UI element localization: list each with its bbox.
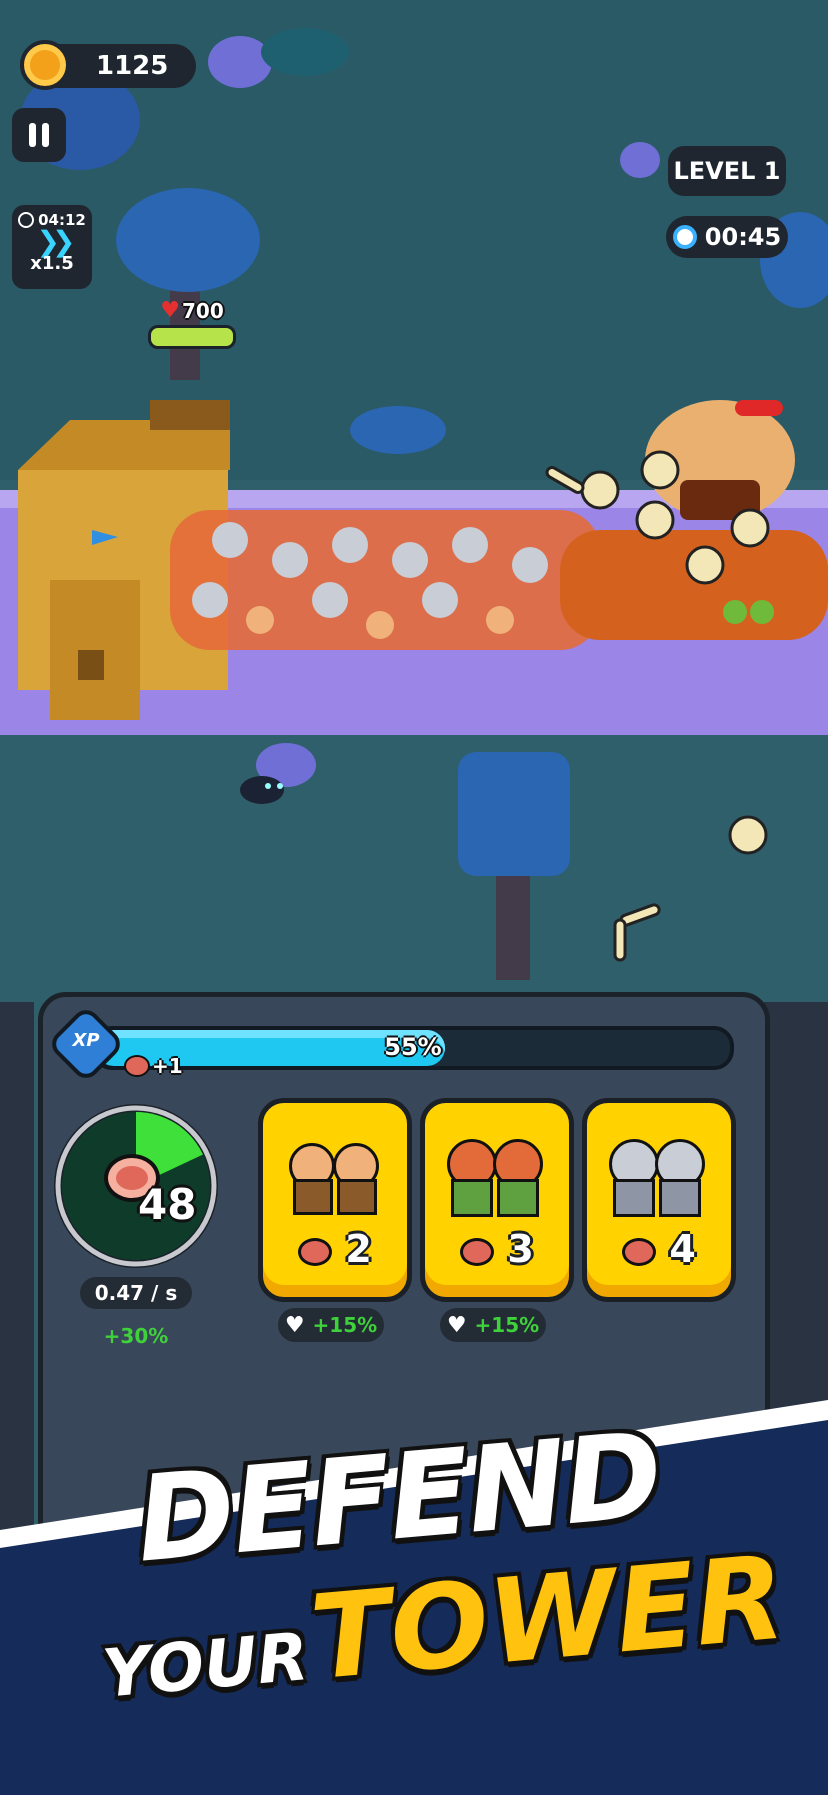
card-meat-icon xyxy=(460,1237,495,1266)
heart-icon: ♥ xyxy=(284,1312,305,1338)
promo-word-your: YOUR xyxy=(99,1617,312,1713)
pause-button[interactable] xyxy=(12,108,66,162)
player-army xyxy=(170,510,600,650)
peasant-units-icon xyxy=(289,1143,381,1215)
xp-bar: 55% xyxy=(92,1026,734,1070)
meat-icon xyxy=(124,1055,150,1077)
clock-icon xyxy=(18,212,35,228)
meat-boost: +30% xyxy=(103,1324,169,1348)
meat-bonus-value: +1 xyxy=(152,1054,183,1078)
pause-icon xyxy=(29,123,49,147)
heart-icon: ♥ xyxy=(160,298,180,323)
xp-badge-label: XP xyxy=(72,1030,100,1051)
meat-bonus: +1 xyxy=(124,1054,183,1078)
card-meat-icon xyxy=(622,1237,657,1266)
coin-counter: 1125 xyxy=(20,40,196,90)
coin-amount: 1125 xyxy=(96,51,169,81)
xp-percent: 55% xyxy=(384,1033,442,1061)
buff-value: +15% xyxy=(474,1313,540,1337)
level-label: LEVEL 1 xyxy=(673,157,781,185)
knight-units-icon xyxy=(609,1139,709,1217)
heart-icon: ♥ xyxy=(446,1312,467,1338)
tower-health: ♥ 700 xyxy=(148,298,236,349)
tower-hp-value: 700 xyxy=(181,298,224,323)
unit-buff-archers: ♥ +15% xyxy=(440,1308,546,1342)
coin-icon xyxy=(20,40,70,90)
level-indicator: LEVEL 1 xyxy=(668,146,786,196)
speed-multiplier: x1.5 xyxy=(30,253,74,274)
unit-cost: 4 xyxy=(669,1227,696,1271)
tower-health-bar xyxy=(148,325,236,349)
fast-forward-icon: ❯❯ xyxy=(36,225,76,258)
unit-card-archers[interactable]: 3 xyxy=(420,1098,574,1302)
wave-timer: 00:45 xyxy=(666,216,788,258)
archer-units-icon xyxy=(447,1139,547,1217)
unit-cost: 2 xyxy=(345,1227,372,1271)
timer-icon xyxy=(672,225,697,249)
meat-generator[interactable]: 48 xyxy=(50,1100,222,1272)
card-meat-icon xyxy=(298,1237,333,1266)
meat-rate: 0.47 / s xyxy=(80,1277,192,1309)
meat-rate-value: 0.47 / s xyxy=(94,1281,178,1305)
unit-buff-peasants: ♥ +15% xyxy=(278,1308,384,1342)
meat-count: 48 xyxy=(138,1180,197,1229)
buff-value: +15% xyxy=(312,1313,378,1337)
unit-card-knights[interactable]: 4 xyxy=(582,1098,736,1302)
timer-value: 00:45 xyxy=(704,223,782,251)
speed-boost-button[interactable]: 04:12 ❯❯ x1.5 xyxy=(12,205,92,289)
unit-cost: 3 xyxy=(507,1227,534,1271)
unit-card-peasants[interactable]: 2 xyxy=(258,1098,412,1302)
